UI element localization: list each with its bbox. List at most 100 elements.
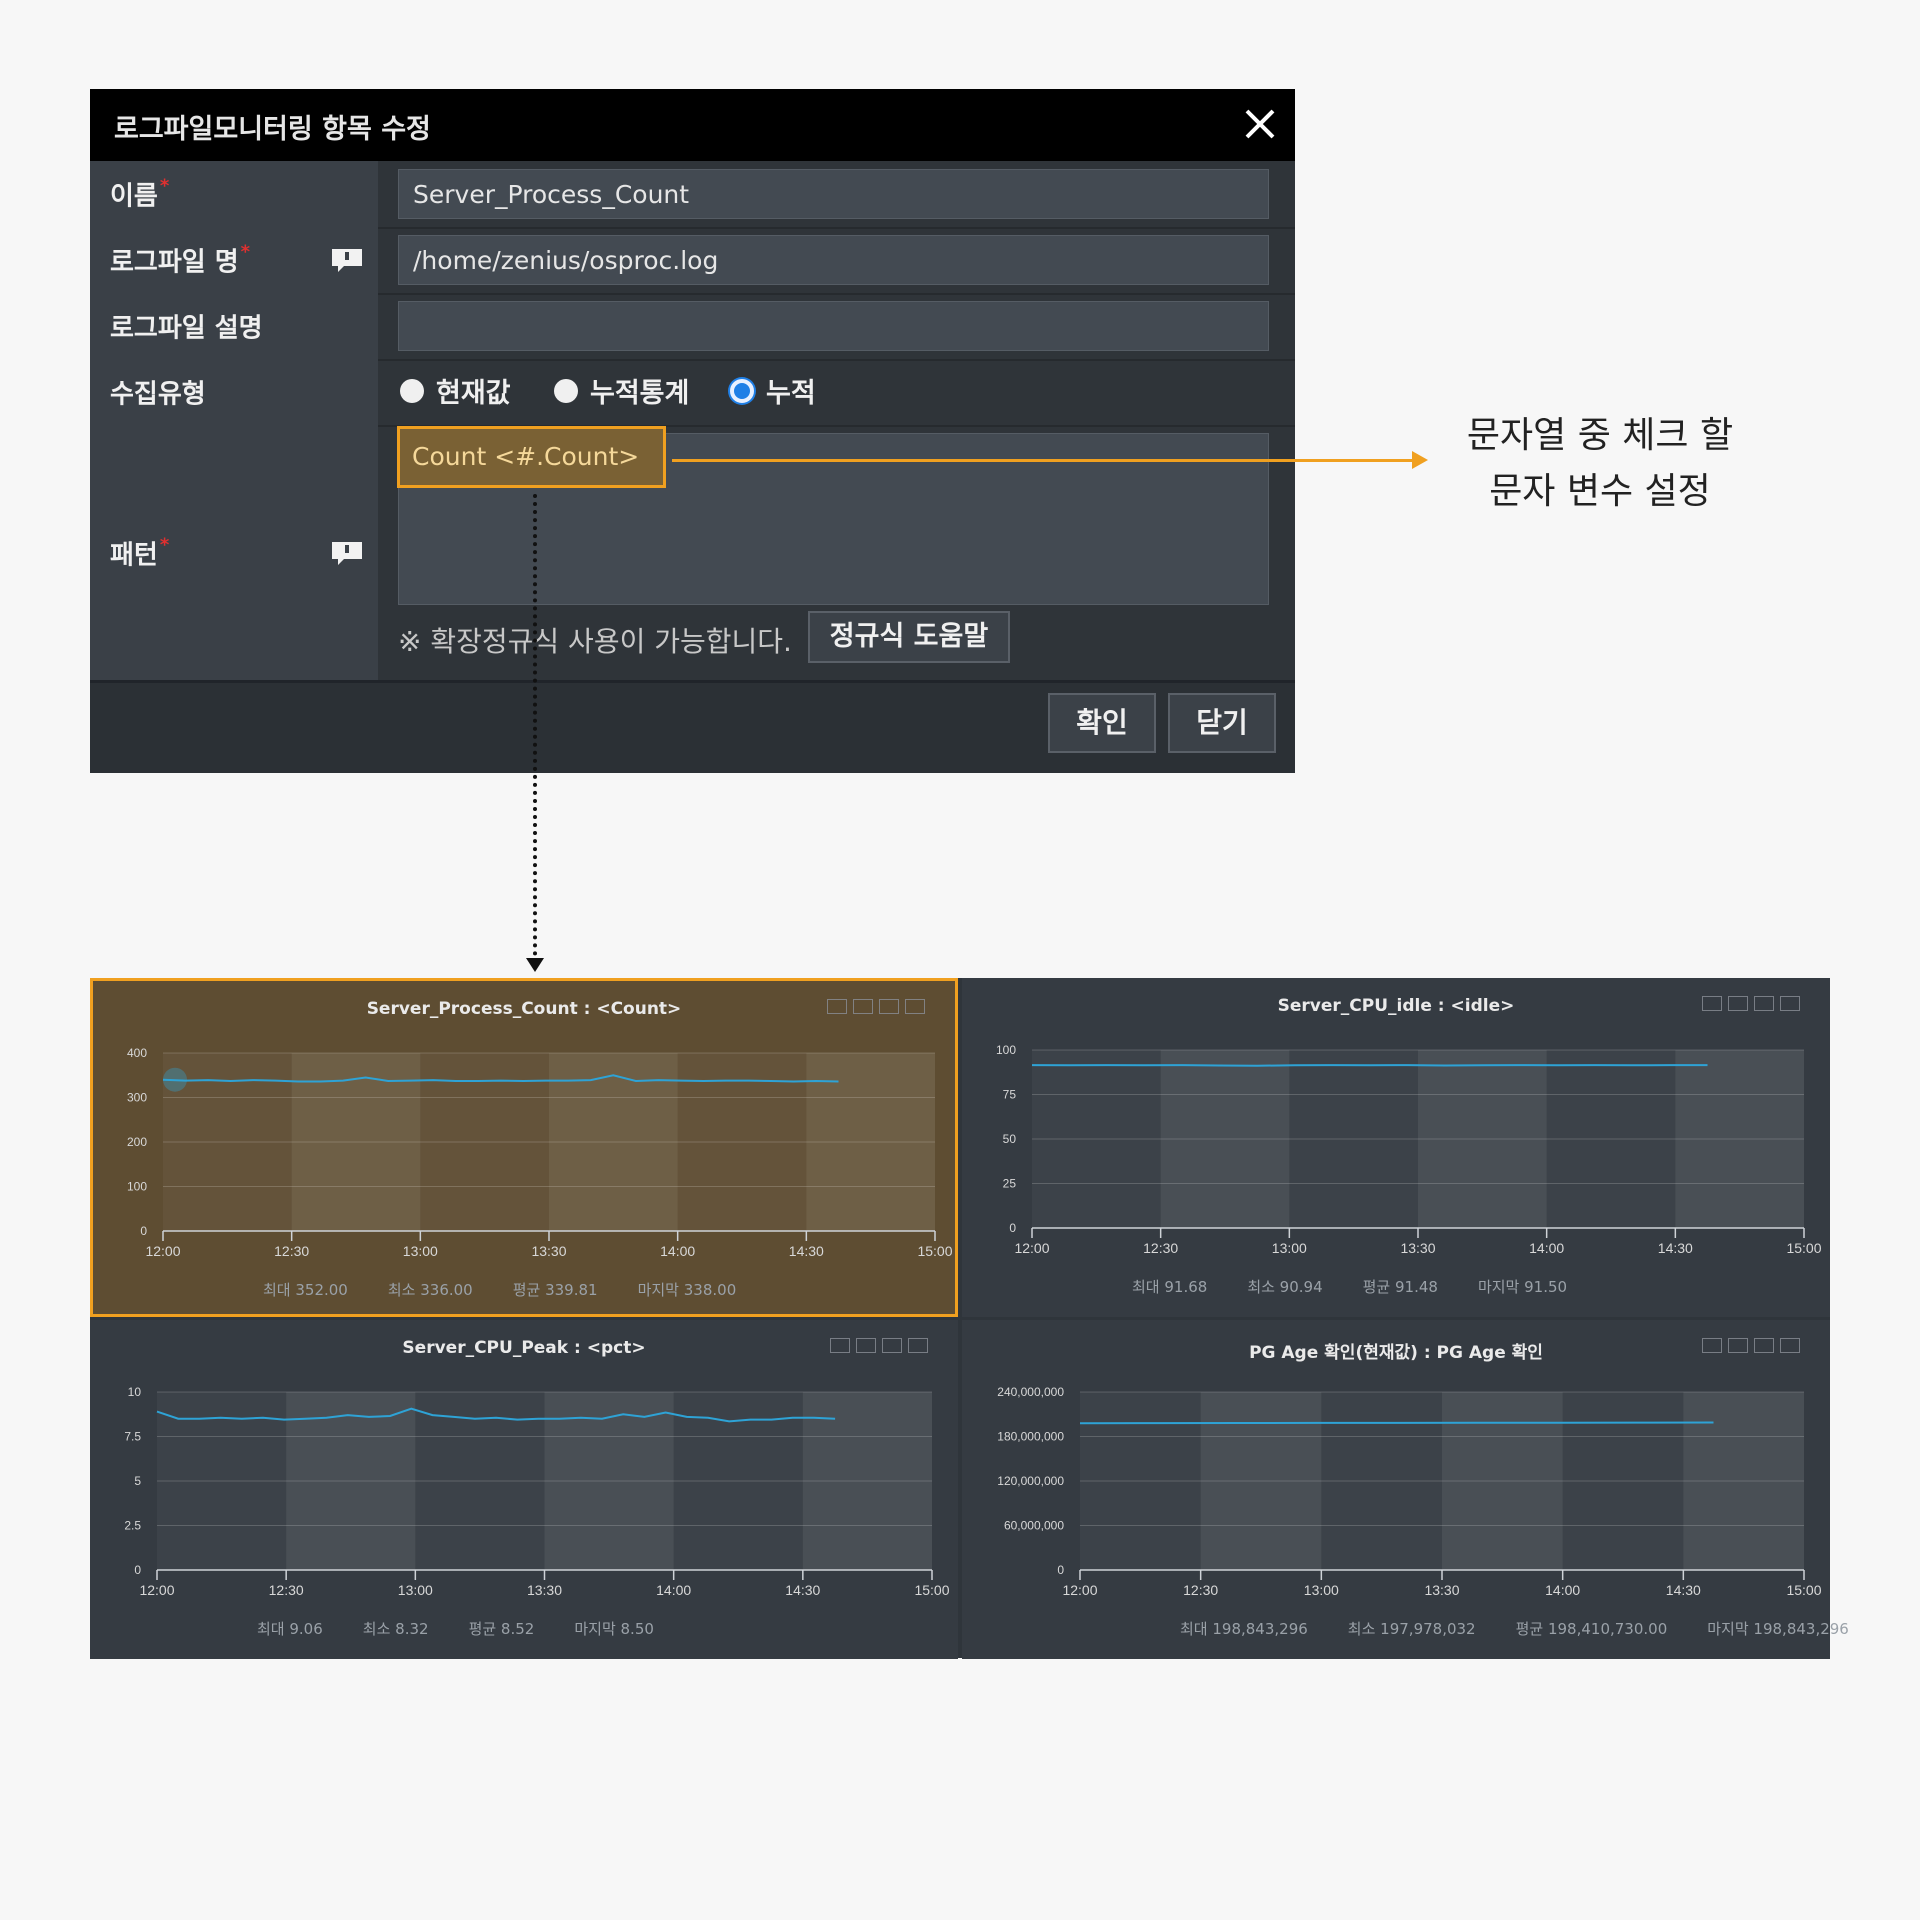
chart-stats: 최대 198,843,296 최소 197,978,032 평균 198,410,7… bbox=[1180, 1618, 1849, 1639]
x-tick-label: 13:30 bbox=[531, 1243, 566, 1259]
stat-min: 최소 336.00 bbox=[387, 1281, 473, 1299]
chart-stats: 최대 91.68 최소 90.94 평균 91.48 마지막 91.50 bbox=[1132, 1276, 1567, 1297]
annotation-arrow-head bbox=[1412, 451, 1428, 469]
stat-min: 최소 90.94 bbox=[1247, 1278, 1323, 1296]
x-tick-label: 12:30 bbox=[1183, 1582, 1218, 1598]
logfile-desc-row: 로그파일 설명 bbox=[90, 293, 1295, 361]
radio-cumulative-stat[interactable]: 누적통계 bbox=[554, 371, 689, 410]
regex-help-button[interactable]: 정규식 도움말 bbox=[808, 611, 1010, 663]
annotation-arrow-line bbox=[672, 459, 1418, 462]
stat-avg: 평균 339.81 bbox=[512, 1281, 598, 1299]
y-tick-label: 240,000,000 bbox=[997, 1385, 1064, 1399]
x-tick-label: 15:00 bbox=[1786, 1582, 1821, 1598]
stat-last: 마지막 198,843,296 bbox=[1707, 1620, 1849, 1638]
desc-label-cell: 로그파일 설명 bbox=[90, 293, 378, 359]
y-tick-label: 100 bbox=[996, 1043, 1016, 1057]
x-tick-label: 14:30 bbox=[785, 1582, 820, 1598]
x-tick-label: 12:00 bbox=[139, 1582, 174, 1598]
chart-svg: 0 2.5 5 7.5 10 12:00 12:30 13:00 13:30 14:00 14:30… bbox=[124, 1385, 949, 1598]
x-tick-label: 13:00 bbox=[1272, 1240, 1307, 1256]
x-tick-label: 13:00 bbox=[398, 1582, 433, 1598]
y-tick-label: 5 bbox=[134, 1474, 141, 1488]
x-tick-label: 12:00 bbox=[145, 1243, 180, 1259]
radio-on-icon bbox=[730, 378, 754, 403]
radio-cumulative[interactable]: 누적 bbox=[730, 371, 816, 410]
x-tick-label: 14:30 bbox=[1658, 1240, 1693, 1256]
x-tick-label: 14:00 bbox=[1529, 1240, 1564, 1256]
x-tick-label: 14:30 bbox=[1666, 1582, 1701, 1598]
y-tick-label: 180,000,000 bbox=[997, 1430, 1064, 1444]
stat-avg: 평균 198,410,730.00 bbox=[1515, 1620, 1668, 1638]
chart-svg: 0 60,000,000 120,000,000 180,000,000 240,000… bbox=[997, 1385, 1821, 1598]
required-mark: * bbox=[240, 241, 251, 263]
regex-note: ※ 확장정규식 사용이 가능합니다. bbox=[398, 625, 792, 658]
stat-last: 마지막 91.50 bbox=[1477, 1278, 1568, 1296]
y-tick-label: 120,000,000 bbox=[997, 1474, 1064, 1488]
stat-min: 최소 197,978,032 bbox=[1347, 1620, 1476, 1638]
chart-panel-1: Server_Process_Count : <Count> 0 100 200 300… bbox=[90, 978, 958, 1317]
series-line bbox=[1079, 1421, 1714, 1425]
x-tick-label: 12:30 bbox=[1143, 1240, 1178, 1256]
logfile-row: 로그파일 명 * /home/zenius/osproc.log bbox=[90, 227, 1295, 295]
stat-min: 최소 8.32 bbox=[362, 1620, 429, 1638]
x-tick-label: 15:00 bbox=[914, 1582, 949, 1598]
desc-field[interactable] bbox=[398, 301, 1269, 351]
stat-max: 최대 352.00 bbox=[263, 1281, 348, 1299]
y-tick-label: 200 bbox=[127, 1135, 147, 1149]
x-tick-label: 13:00 bbox=[1304, 1582, 1339, 1598]
chart-dashboard: Server_Process_Count : <Count> 0 100 200 300… bbox=[90, 978, 1849, 1659]
x-tick-label: 13:30 bbox=[1424, 1582, 1459, 1598]
x-tick-label: 12:00 bbox=[1062, 1582, 1097, 1598]
x-tick-label: 14:00 bbox=[656, 1582, 691, 1598]
name-field[interactable]: Server_Process_Count bbox=[398, 169, 1269, 219]
x-tick-label: 14:00 bbox=[660, 1243, 695, 1259]
help-icon[interactable] bbox=[330, 247, 364, 273]
radio-current[interactable]: 현재값 bbox=[400, 371, 511, 410]
dotted-connector bbox=[533, 494, 537, 956]
stat-last: 마지막 8.50 bbox=[574, 1620, 654, 1638]
annotation-line1: 문자열 중 체크 할 bbox=[1466, 415, 1734, 456]
x-tick-label: 15:00 bbox=[1786, 1240, 1821, 1256]
logfile-label-cell: 로그파일 명 * bbox=[90, 227, 378, 293]
logfile-field[interactable]: /home/zenius/osproc.log bbox=[398, 235, 1269, 285]
dialog-titlebar: 로그파일모니터링 항목 수정 bbox=[90, 89, 1295, 161]
y-tick-label: 100 bbox=[127, 1180, 147, 1194]
x-tick-label: 12:30 bbox=[274, 1243, 309, 1259]
y-tick-label: 50 bbox=[1003, 1132, 1017, 1146]
x-tick-label: 14:00 bbox=[1545, 1582, 1580, 1598]
desc-label: 로그파일 설명 bbox=[110, 313, 263, 344]
name-row: 이름 * Server_Process_Count bbox=[90, 161, 1295, 229]
close-icon[interactable] bbox=[1235, 99, 1285, 149]
chart-panel-4: PG Age 확인(현재값) : PG Age 확인 0 60,000,000 120… bbox=[962, 1320, 1849, 1659]
x-tick-label: 13:30 bbox=[1400, 1240, 1435, 1256]
chart-svg: 0 25 50 75 100 12:00 12:30 13:00 13:30 14:00 14:30… bbox=[996, 1043, 1822, 1256]
y-tick-label: 25 bbox=[1003, 1177, 1017, 1191]
collect-label-cell: 수집유형 bbox=[90, 359, 378, 425]
x-tick-label: 13:30 bbox=[527, 1582, 562, 1598]
x-tick-label: 12:00 bbox=[1014, 1240, 1049, 1256]
stat-max: 최대 198,843,296 bbox=[1180, 1620, 1308, 1638]
pattern-row: 패턴 * Count <#.Count> ※ 확장정규식 사용이 가능합니다. 정… bbox=[90, 425, 1295, 680]
stat-max: 최대 9.06 bbox=[257, 1620, 323, 1638]
stat-avg: 평균 91.48 bbox=[1362, 1278, 1438, 1296]
collect-label: 수집유형 bbox=[110, 379, 206, 410]
x-tick-label: 12:30 bbox=[269, 1582, 304, 1598]
help-icon[interactable] bbox=[330, 540, 364, 566]
y-tick-label: 75 bbox=[1003, 1088, 1017, 1102]
confirm-button[interactable]: 확인 bbox=[1048, 693, 1156, 753]
y-tick-label: 400 bbox=[127, 1046, 147, 1060]
y-tick-label: 0 bbox=[134, 1563, 141, 1577]
stat-avg: 평균 8.52 bbox=[468, 1620, 535, 1638]
pattern-label: 패턴 bbox=[110, 540, 158, 570]
y-tick-label: 60,000,000 bbox=[1004, 1519, 1064, 1533]
chart-stats: 최대 352.00 최소 336.00 평균 339.81 마지막 338.00 bbox=[263, 1279, 736, 1300]
series-line bbox=[1031, 1064, 1708, 1067]
y-tick-label: 0 bbox=[1057, 1563, 1064, 1577]
stat-max: 최대 91.68 bbox=[1132, 1278, 1208, 1296]
y-tick-label: 0 bbox=[1009, 1221, 1016, 1235]
y-tick-label: 10 bbox=[128, 1385, 142, 1399]
y-tick-label: 0 bbox=[140, 1224, 147, 1238]
close-button[interactable]: 닫기 bbox=[1168, 693, 1276, 753]
required-mark: * bbox=[159, 534, 170, 555]
logfile-label: 로그파일 명 bbox=[110, 247, 239, 278]
